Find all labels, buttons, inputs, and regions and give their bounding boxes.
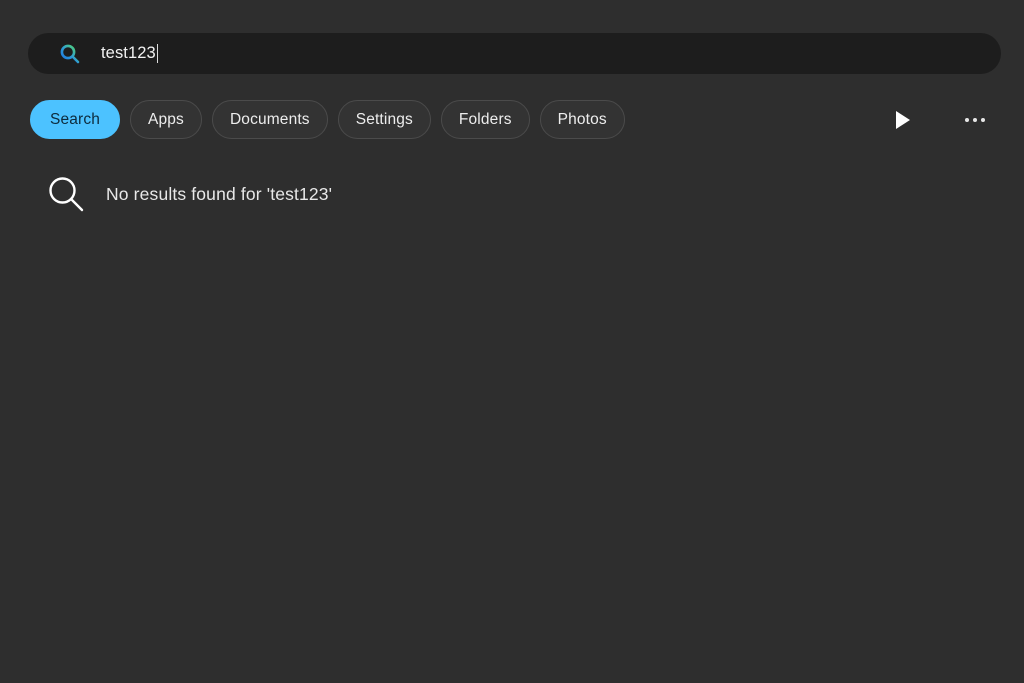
overflow-menu-button[interactable] xyxy=(956,101,994,139)
tab-search-label: Search xyxy=(50,110,101,128)
tab-photos[interactable]: Photos xyxy=(539,100,625,139)
ellipsis-icon xyxy=(965,117,985,122)
tab-settings-label: Settings xyxy=(355,110,413,128)
tab-settings[interactable]: Settings xyxy=(337,100,431,139)
search-input[interactable]: test123 xyxy=(101,33,158,74)
play-triangle-icon xyxy=(896,110,910,129)
search-input-value: test123 xyxy=(101,44,156,63)
scroll-forward-button[interactable] xyxy=(884,101,922,139)
no-results-message: No results found for 'test123' xyxy=(106,183,333,204)
tab-folders[interactable]: Folders xyxy=(440,100,530,139)
search-bar[interactable]: test123 xyxy=(28,33,1001,74)
search-icon xyxy=(59,43,81,65)
tab-photos-label: Photos xyxy=(557,110,607,128)
no-results-row: No results found for 'test123' xyxy=(44,172,332,216)
tab-documents-label: Documents xyxy=(229,110,310,128)
text-caret xyxy=(156,44,158,63)
tab-folders-label: Folders xyxy=(458,110,512,128)
tab-apps[interactable]: Apps xyxy=(130,100,202,139)
tab-search[interactable]: Search xyxy=(30,100,121,139)
tab-apps-label: Apps xyxy=(148,110,184,128)
magnifier-outline-icon xyxy=(44,172,88,216)
filter-tabs: Search Apps Documents Settings Folders P… xyxy=(30,100,994,139)
tab-documents[interactable]: Documents xyxy=(211,100,328,139)
filter-row-controls xyxy=(884,101,994,139)
